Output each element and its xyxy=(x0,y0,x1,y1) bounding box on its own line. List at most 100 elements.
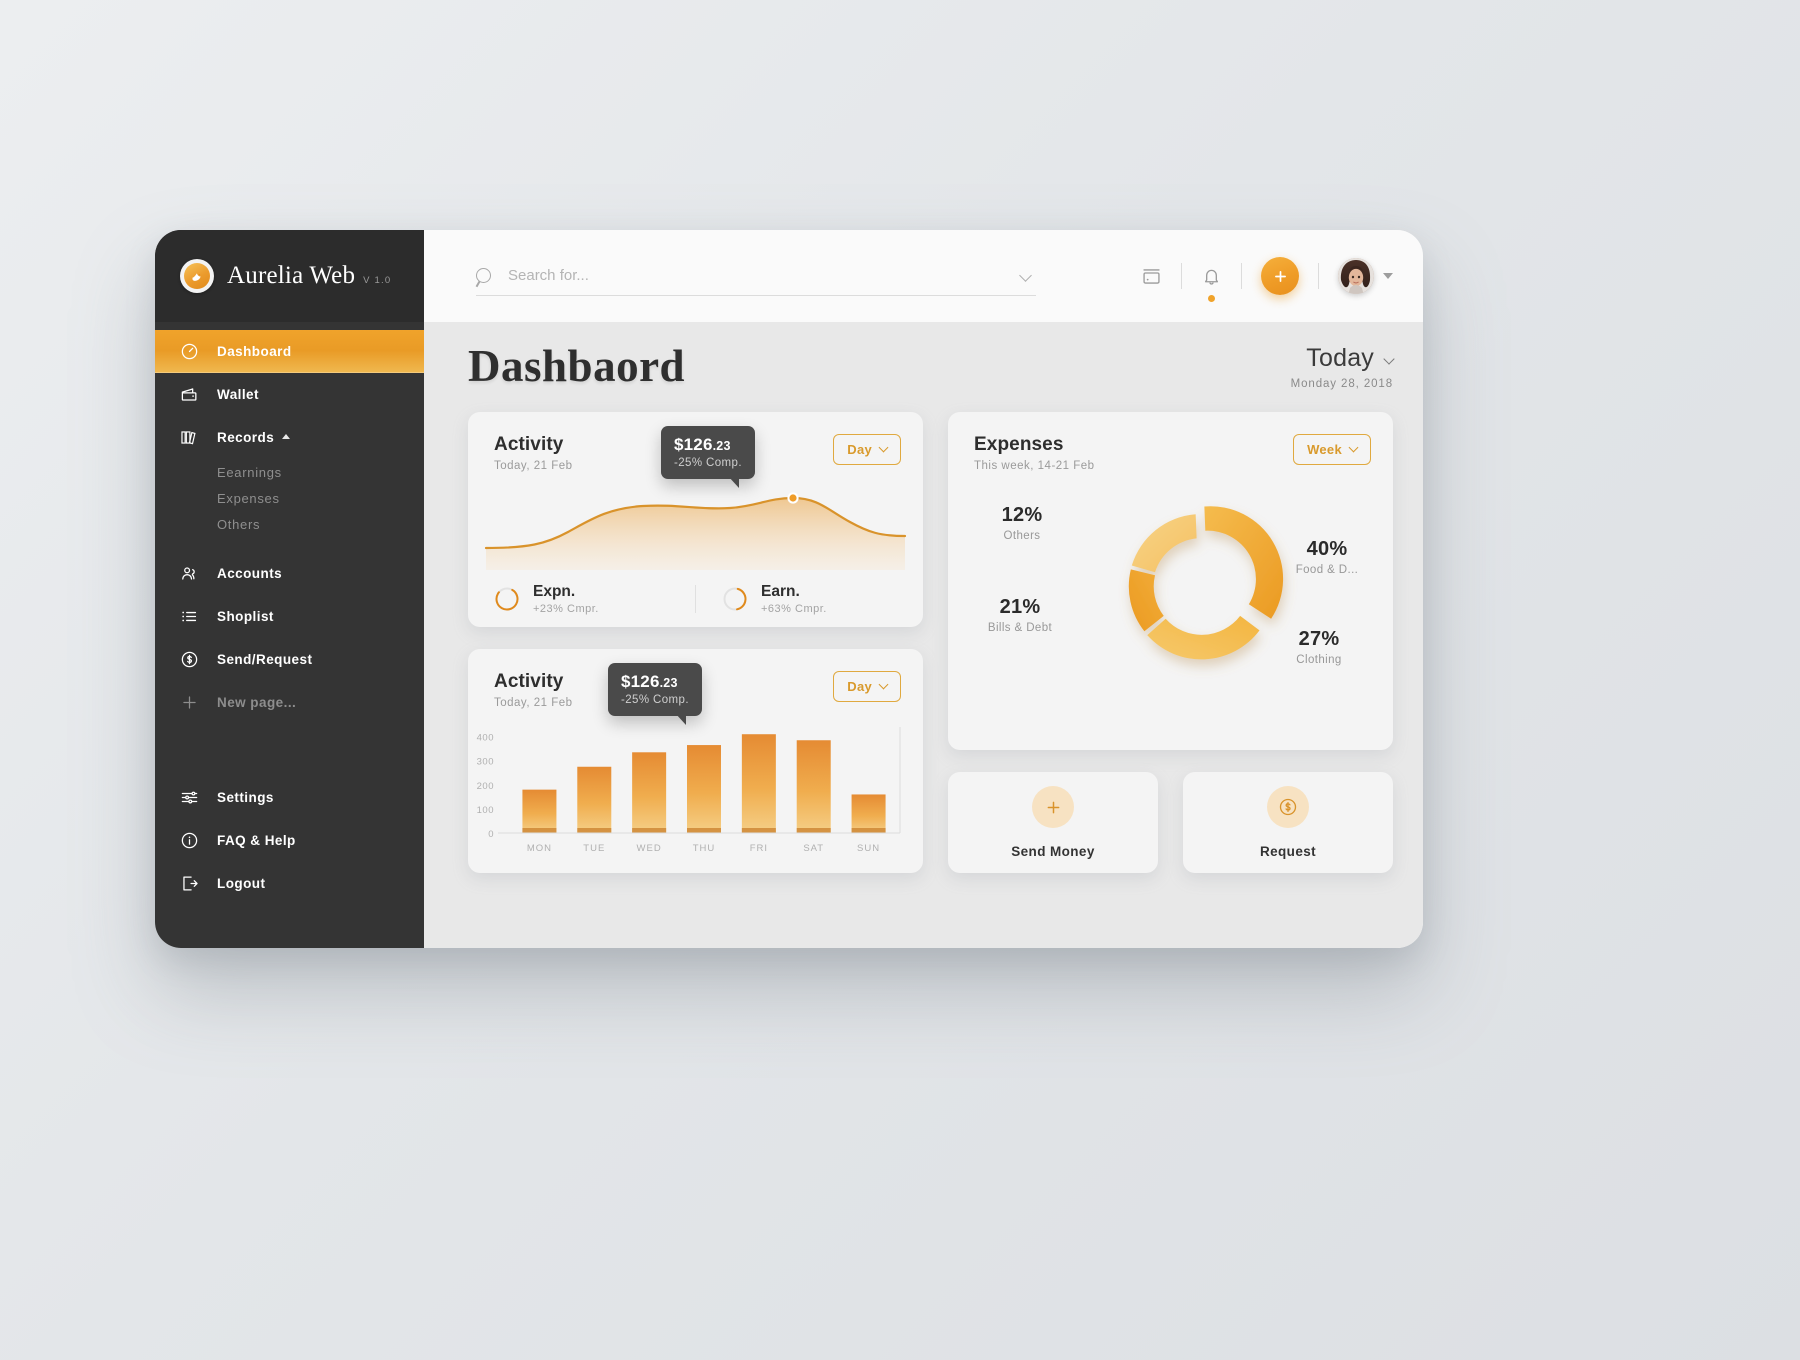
users-icon xyxy=(180,564,206,583)
search-bar[interactable] xyxy=(476,256,1036,296)
progress-ring-expense xyxy=(494,586,520,612)
chart-tooltip: $126.23 -25% Comp. xyxy=(608,663,702,725)
sidebar-subitem-others[interactable]: Others xyxy=(155,511,424,537)
svg-text:400: 400 xyxy=(477,733,494,744)
svg-text:300: 300 xyxy=(477,757,494,768)
right-column: Expenses This week, 14-21 Feb Week 12% O… xyxy=(948,412,1393,873)
progress-ring-earnings xyxy=(722,586,748,612)
list-icon xyxy=(180,607,206,626)
sidebar-item-shoplist[interactable]: Shoplist xyxy=(155,595,424,638)
sidebar-item-new-page[interactable]: New page... xyxy=(155,681,424,724)
activity-stats-row: Expn. +23% Cmpr. Earn. +63% Cmpr. xyxy=(468,571,923,627)
range-selector-day[interactable]: Day xyxy=(833,434,901,465)
sidebar-item-label: Dashboard xyxy=(217,344,292,359)
svg-text:200: 200 xyxy=(477,781,494,792)
sidebar-item-logout[interactable]: Logout xyxy=(155,862,424,905)
dollar-circle-icon xyxy=(1267,786,1309,828)
stat-compare: +63% Cmpr. xyxy=(761,603,827,615)
inbox-icon[interactable] xyxy=(1141,266,1162,287)
svg-text:SUN: SUN xyxy=(857,843,880,854)
svg-text:TUE: TUE xyxy=(583,843,605,854)
activity-area-chart xyxy=(468,488,923,570)
sidebar-item-send-request[interactable]: Send/Request xyxy=(155,638,424,681)
stat-expense: Expn. +23% Cmpr. xyxy=(468,583,695,615)
date-range-value: Today xyxy=(1306,344,1374,372)
sidebar-nav: Dashboard Wallet Records Eearnings Expen… xyxy=(155,322,424,948)
sidebar-item-label: Accounts xyxy=(217,566,283,581)
card-subtitle: Today, 21 Feb xyxy=(494,697,573,709)
svg-text:MON: MON xyxy=(527,843,552,854)
topbar xyxy=(424,230,1423,322)
sliders-icon xyxy=(180,788,206,807)
left-column: Activity Today, 21 Feb Day $126.23 -25% … xyxy=(468,412,923,873)
sidebar: Aurelia Web V 1.0 Dashboard Wallet Recor… xyxy=(155,230,424,948)
sidebar-item-accounts[interactable]: Accounts xyxy=(155,552,424,595)
sidebar-item-label: FAQ & Help xyxy=(217,833,296,848)
sidebar-subitem-label: Expenses xyxy=(217,490,280,506)
sidebar-subitem-earnings[interactable]: Eearnings xyxy=(155,459,424,485)
stat-earnings: Earn. +63% Cmpr. xyxy=(696,583,923,615)
tooltip-subtext: -25% Comp. xyxy=(621,694,689,706)
plus-icon xyxy=(180,693,206,712)
chevron-down-icon xyxy=(1383,352,1395,365)
divider xyxy=(1181,263,1182,289)
bell-icon[interactable] xyxy=(1201,266,1222,302)
current-date: Monday 28, 2018 xyxy=(1290,378,1393,390)
activity-line-card: Activity Today, 21 Feb Day $126.23 -25% … xyxy=(468,412,923,627)
sidebar-item-label: Wallet xyxy=(217,387,259,402)
svg-text:SAT: SAT xyxy=(803,843,824,854)
date-range-selector[interactable]: Today Monday 28, 2018 xyxy=(1290,344,1395,390)
sidebar-item-label: Records xyxy=(217,430,275,445)
topbar-actions xyxy=(1141,257,1393,302)
bird-logo-icon xyxy=(180,259,214,293)
sidebar-item-faq-help[interactable]: FAQ & Help xyxy=(155,819,424,862)
chevron-down-icon[interactable] xyxy=(1019,269,1032,282)
add-button[interactable] xyxy=(1261,257,1299,295)
tooltip-amount: $126.23 xyxy=(674,435,731,454)
donut-label-clothing: 27% Clothing xyxy=(1296,628,1342,666)
plus-icon xyxy=(1032,786,1074,828)
app-window: Aurelia Web V 1.0 Dashboard Wallet Recor… xyxy=(155,230,1423,948)
brand-header: Aurelia Web V 1.0 xyxy=(155,230,424,322)
stat-compare: +23% Cmpr. xyxy=(533,603,599,615)
info-circle-icon xyxy=(180,831,206,850)
sidebar-item-label: New page... xyxy=(217,695,297,710)
sidebar-item-dashboard[interactable]: Dashboard xyxy=(155,330,424,373)
cards-grid: Activity Today, 21 Feb Day $126.23 -25% … xyxy=(468,412,1393,873)
main-area: Dashbaord Today Monday 28, 2018 xyxy=(424,230,1423,948)
range-selector-day[interactable]: Day xyxy=(833,671,901,702)
sidebar-item-wallet[interactable]: Wallet xyxy=(155,373,424,416)
notification-dot xyxy=(1208,294,1215,302)
card-title: Activity xyxy=(494,434,564,455)
date-range-value-wrap[interactable]: Today xyxy=(1291,344,1395,373)
sidebar-subitem-expenses[interactable]: Expenses xyxy=(155,485,424,511)
action-label: Send Money xyxy=(1011,844,1095,859)
search-input[interactable] xyxy=(508,256,1021,295)
sidebar-subitem-label: Eearnings xyxy=(217,464,282,480)
sidebar-item-settings[interactable]: Settings xyxy=(155,776,424,819)
stat-label: Expn. xyxy=(533,583,576,600)
request-card[interactable]: Request xyxy=(1183,772,1393,873)
svg-text:100: 100 xyxy=(477,805,494,816)
weekly-bar-chart: 0 100 200 300 400 MON TUE WED THU FRI SAT SUN xyxy=(468,721,923,873)
svg-text:FRI: FRI xyxy=(750,843,768,854)
books-icon xyxy=(180,428,206,447)
sidebar-item-records[interactable]: Records xyxy=(155,416,424,459)
stat-label: Earn. xyxy=(761,583,800,600)
chevron-up-icon xyxy=(282,434,291,439)
chart-tooltip: $126.23 -25% Comp. xyxy=(661,426,755,488)
avatar-dropdown-caret[interactable] xyxy=(1383,273,1393,279)
page-title: Dashbaord xyxy=(468,341,686,391)
tooltip-amount: $126.23 xyxy=(621,672,678,691)
avatar[interactable] xyxy=(1338,258,1374,294)
send-money-card[interactable]: Send Money xyxy=(948,772,1158,873)
svg-text:WED: WED xyxy=(637,843,662,854)
range-label: Day xyxy=(847,442,872,457)
action-label: Request xyxy=(1259,844,1317,859)
sidebar-item-label: Settings xyxy=(217,790,274,805)
logout-icon xyxy=(180,874,206,893)
quick-actions: Send Money Request xyxy=(948,772,1393,873)
wallet-icon xyxy=(180,385,206,404)
chevron-down-icon xyxy=(878,679,889,690)
